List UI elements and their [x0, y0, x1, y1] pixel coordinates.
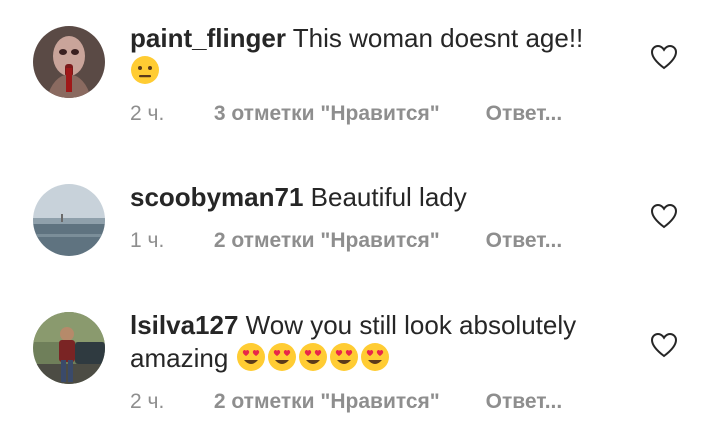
heart-eyes-emoji-icon — [360, 342, 390, 380]
comment-meta: 2 ч. 3 отметки "Нравится" Ответ... — [130, 102, 562, 126]
likes-count[interactable]: 2 отметки "Нравится" — [214, 390, 440, 414]
comment-time[interactable]: 2 ч. — [130, 390, 208, 414]
reply-button[interactable]: Ответ... — [486, 229, 563, 252]
comment-body: This woman doesnt age!! — [292, 23, 584, 53]
reply-button[interactable]: Ответ... — [486, 390, 563, 413]
username[interactable]: paint_flinger — [130, 23, 286, 53]
likes-count[interactable]: 3 отметки "Нравится" — [214, 102, 440, 126]
heart-eyes-emoji-icon — [267, 342, 297, 380]
username[interactable]: scoobyman71 — [130, 182, 303, 212]
comment-meta: 1 ч. 2 отметки "Нравится" Ответ... — [130, 229, 562, 253]
comment-time[interactable]: 2 ч. — [130, 102, 208, 126]
heart-eyes-emoji-icon — [236, 342, 266, 380]
like-heart-icon[interactable] — [650, 203, 678, 229]
likes-count[interactable]: 2 отметки "Нравится" — [214, 229, 440, 253]
comment-text: lsilva127 Wow you still look absolutely … — [130, 309, 620, 380]
comment-time[interactable]: 1 ч. — [130, 229, 208, 253]
comment-body: Beautiful lady — [310, 182, 467, 212]
reply-button[interactable]: Ответ... — [486, 102, 563, 125]
heart-eyes-emoji-icon — [298, 342, 328, 380]
avatar[interactable] — [33, 312, 105, 384]
heart-eyes-emoji-icon — [329, 342, 359, 380]
avatar[interactable] — [33, 184, 105, 256]
comment-text: paint_flinger This woman doesnt age!! — [130, 22, 620, 93]
avatar[interactable] — [33, 26, 105, 98]
comment-meta: 2 ч. 2 отметки "Нравится" Ответ... — [130, 390, 562, 414]
like-heart-icon[interactable] — [650, 44, 678, 70]
comment-text: scoobyman71 Beautiful lady — [130, 181, 620, 214]
username[interactable]: lsilva127 — [130, 310, 238, 340]
like-heart-icon[interactable] — [650, 332, 678, 358]
neutral-face-emoji-icon — [130, 55, 160, 93]
